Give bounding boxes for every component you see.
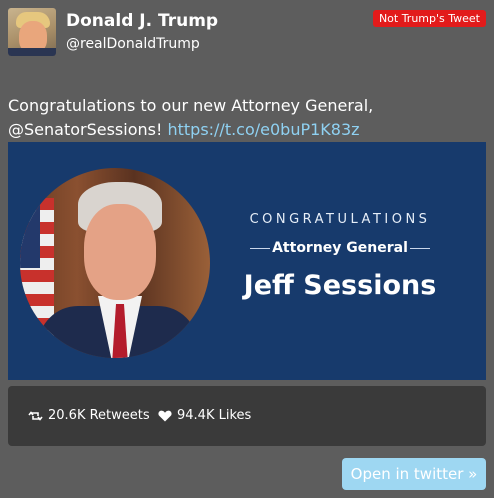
- avatar-suit: [8, 48, 56, 56]
- media-subtitle: Attorney General: [272, 240, 408, 256]
- retweets-count: 20.6K Retweets: [48, 408, 150, 423]
- heart-icon: [158, 410, 172, 421]
- tweet-media-image[interactable]: CONGRATULATIONS Attorney General Jeff Se…: [8, 142, 486, 380]
- subtitle-rule-right: [410, 247, 430, 249]
- portrait-photo: [20, 168, 210, 358]
- media-headline: Jeff Sessions: [243, 270, 437, 301]
- retweet-icon: [28, 410, 43, 421]
- tweet-text: Congratulations to our new Attorney Gene…: [8, 94, 488, 142]
- user-handle: @realDonaldTrump: [66, 36, 200, 52]
- user-name: Donald J. Trump: [66, 11, 219, 31]
- open-in-twitter-button[interactable]: Open in twitter »: [342, 458, 486, 490]
- portrait-face: [84, 204, 156, 300]
- subtitle-rule-left: [250, 247, 270, 249]
- flag-canton: [20, 198, 40, 268]
- tweet-stats-bar: 20.6K Retweets 94.4K Likes: [8, 386, 486, 446]
- media-subtitle-row: Attorney General: [250, 240, 430, 256]
- avatar: [8, 8, 56, 56]
- likes-stat[interactable]: 94.4K Likes: [158, 408, 251, 423]
- media-kicker: CONGRATULATIONS: [249, 212, 431, 227]
- retweets-stat[interactable]: 20.6K Retweets: [28, 408, 150, 423]
- tweet-link[interactable]: https://t.co/e0buP1K83z: [167, 120, 359, 139]
- likes-count: 94.4K Likes: [177, 408, 252, 423]
- not-trumps-tweet-badge: Not Trump's Tweet: [372, 10, 486, 27]
